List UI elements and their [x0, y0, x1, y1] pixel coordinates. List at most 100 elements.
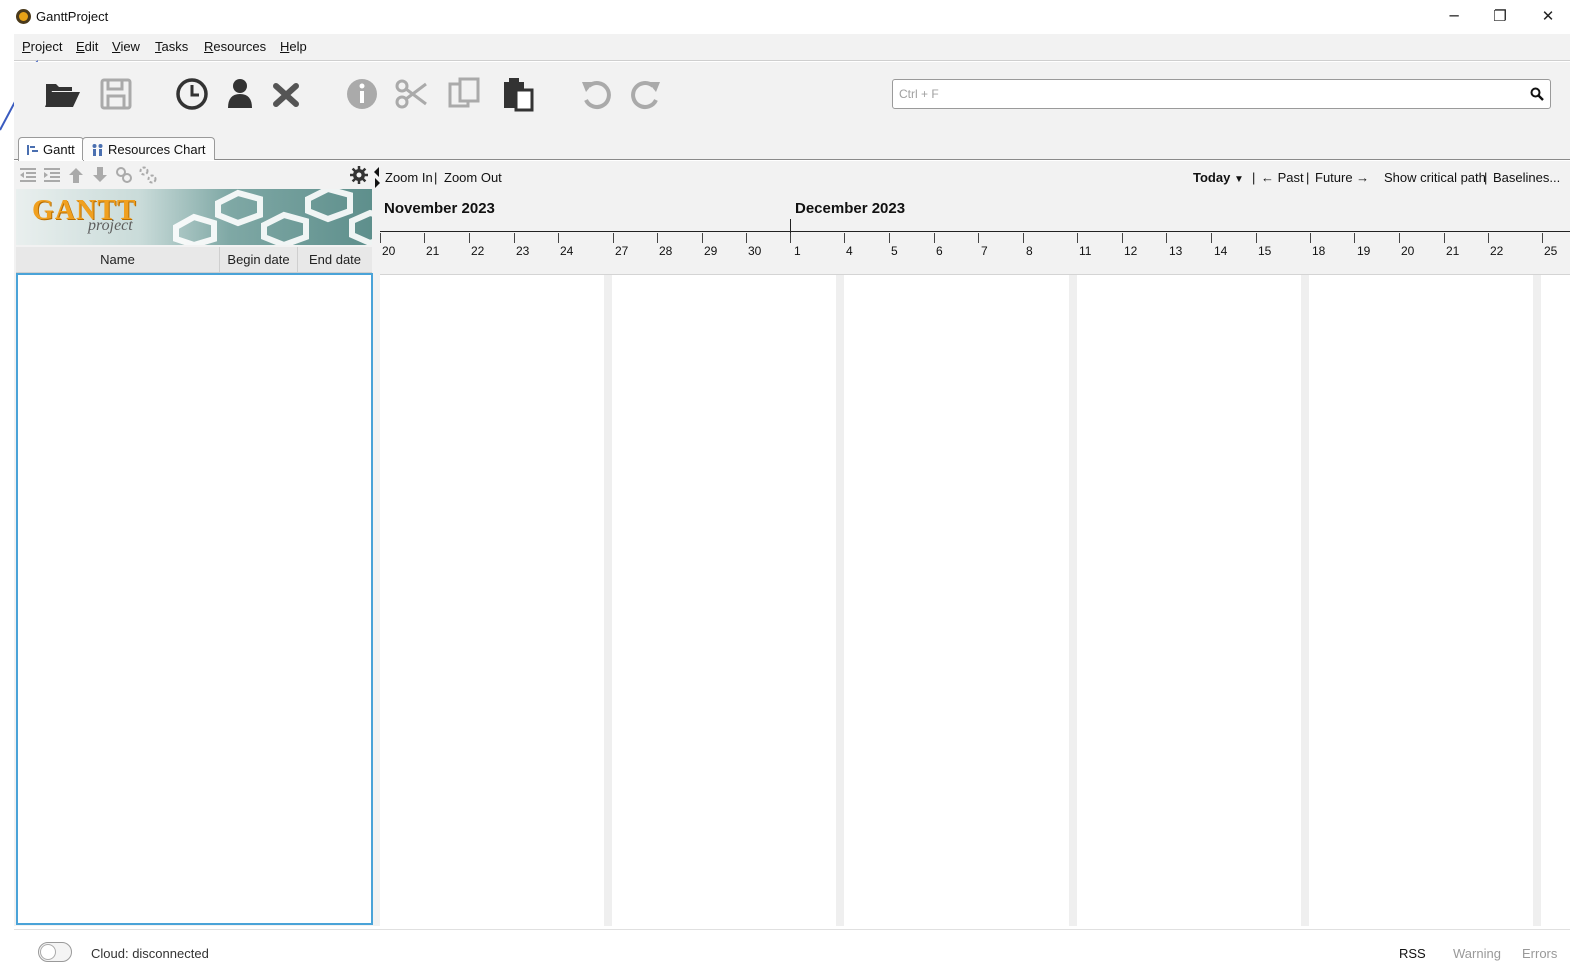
warning-link[interactable]: Warning	[1453, 946, 1501, 961]
close-button[interactable]: ✕	[1530, 4, 1566, 28]
person-icon[interactable]	[220, 74, 260, 114]
cut-icon[interactable]	[392, 74, 432, 114]
link-icon[interactable]	[114, 165, 134, 185]
menu-project[interactable]: Project	[22, 39, 62, 54]
future-link[interactable]: Future →	[1315, 170, 1369, 185]
move-up-icon[interactable]	[66, 165, 86, 185]
day-tick	[380, 233, 381, 243]
day-tick	[1023, 233, 1024, 243]
weekend-band	[1533, 275, 1541, 926]
weekend-band	[1069, 275, 1077, 926]
redo-icon[interactable]	[626, 74, 666, 114]
task-tree-body[interactable]	[16, 273, 373, 925]
past-link[interactable]: ← Past	[1261, 170, 1304, 185]
view-tabs: Gantt Resources Chart	[14, 132, 1570, 161]
tab-resources-chart[interactable]: Resources Chart	[82, 137, 215, 160]
status-bar: Cloud: disconnected RSS Warning Errors	[14, 929, 1570, 971]
column-end-date[interactable]: End date	[298, 247, 372, 273]
day-label: 23	[516, 244, 530, 258]
day-tick	[1077, 233, 1078, 243]
toggle-knob	[40, 944, 56, 960]
task-tree-toolbar	[14, 161, 374, 189]
critical-path-link[interactable]: Show critical path	[1384, 170, 1486, 185]
rss-link[interactable]: RSS	[1399, 946, 1426, 961]
day-tick	[1310, 233, 1311, 243]
day-tick	[978, 233, 979, 243]
day-tick	[613, 233, 614, 243]
day-tick	[558, 233, 559, 243]
menu-edit[interactable]: Edit	[76, 39, 98, 54]
day-tick	[424, 233, 425, 243]
search-icon[interactable]	[1530, 87, 1544, 101]
search-input[interactable]	[899, 84, 1519, 104]
indent-icon[interactable]	[42, 165, 62, 185]
tab-gantt[interactable]: Gantt	[18, 137, 84, 161]
delete-icon[interactable]	[266, 74, 306, 114]
errors-link[interactable]: Errors	[1522, 946, 1557, 961]
info-icon[interactable]	[342, 74, 382, 114]
day-tick	[702, 233, 703, 243]
day-tick	[1122, 233, 1123, 243]
resources-icon	[92, 144, 103, 156]
day-tick	[889, 233, 890, 243]
today-dropdown[interactable]: Today ▼	[1193, 170, 1244, 185]
task-tree-panel: GANTT project Name Begin date End date	[14, 161, 374, 926]
day-label: 19	[1357, 244, 1371, 258]
undo-icon[interactable]	[576, 74, 616, 114]
paste-icon[interactable]	[498, 74, 538, 114]
menu-help[interactable]: Help	[280, 39, 307, 54]
search-box	[892, 79, 1551, 109]
menu-view[interactable]: View	[112, 39, 140, 54]
chart-toolbar: Zoom In | Zoom Out Today ▼ | ← Past | Fu…	[380, 161, 1570, 191]
day-tick	[1211, 233, 1212, 243]
column-begin-date[interactable]: Begin date	[220, 247, 298, 273]
day-label: 29	[704, 244, 718, 258]
weekend-band	[836, 275, 844, 926]
timeline-axis	[380, 231, 1570, 232]
project-banner: GANTT project	[16, 189, 372, 245]
gantt-icon	[27, 145, 38, 155]
clock-icon[interactable]	[172, 74, 212, 114]
day-label: 1	[794, 244, 801, 258]
day-tick	[514, 233, 515, 243]
zoom-out-link[interactable]: Zoom Out	[444, 170, 502, 185]
today-label: Today	[1193, 170, 1231, 185]
separator: |	[1252, 170, 1256, 185]
unlink-icon[interactable]	[138, 165, 158, 185]
day-label: 13	[1169, 244, 1183, 258]
day-label: 11	[1079, 244, 1092, 258]
baselines-link[interactable]: Baselines...	[1493, 170, 1560, 185]
restore-button[interactable]: ❐	[1482, 4, 1518, 28]
save-icon[interactable]	[96, 74, 136, 114]
tab-gantt-label: Gantt	[43, 142, 75, 157]
menu-resources[interactable]: Resources	[204, 39, 266, 54]
move-down-icon[interactable]	[90, 165, 110, 185]
month-divider	[790, 219, 791, 233]
timeline-header: November 2023 December 2023 20 21 22 23 …	[380, 191, 1570, 275]
day-label: 6	[936, 244, 943, 258]
copy-icon[interactable]	[444, 74, 484, 114]
outdent-icon[interactable]	[18, 165, 38, 185]
cloud-toggle[interactable]	[38, 942, 72, 962]
gear-icon[interactable]	[349, 165, 369, 185]
gantt-chart-area[interactable]	[380, 275, 1570, 926]
day-tick	[1488, 233, 1489, 243]
zoom-in-link[interactable]: Zoom In	[385, 170, 433, 185]
open-folder-icon[interactable]	[42, 74, 82, 114]
column-name[interactable]: Name	[16, 247, 220, 273]
minimize-button[interactable]: ─	[1436, 4, 1472, 28]
day-tick	[1399, 233, 1400, 243]
day-label: 28	[659, 244, 673, 258]
cloud-status: Cloud: disconnected	[91, 946, 209, 961]
day-label: 15	[1258, 244, 1272, 258]
month-label: December 2023	[795, 200, 906, 217]
day-tick	[934, 233, 935, 243]
day-tick	[790, 233, 791, 243]
day-label: 20	[1401, 244, 1415, 258]
menu-tasks[interactable]: Tasks	[155, 39, 188, 54]
title-bar: GanttProject ─ ❐ ✕	[0, 0, 1580, 32]
hexagon-pattern-icon	[173, 189, 372, 245]
tab-resources-label: Resources Chart	[108, 142, 206, 157]
day-tick	[657, 233, 658, 243]
chevron-down-icon: ▼	[1233, 174, 1244, 185]
